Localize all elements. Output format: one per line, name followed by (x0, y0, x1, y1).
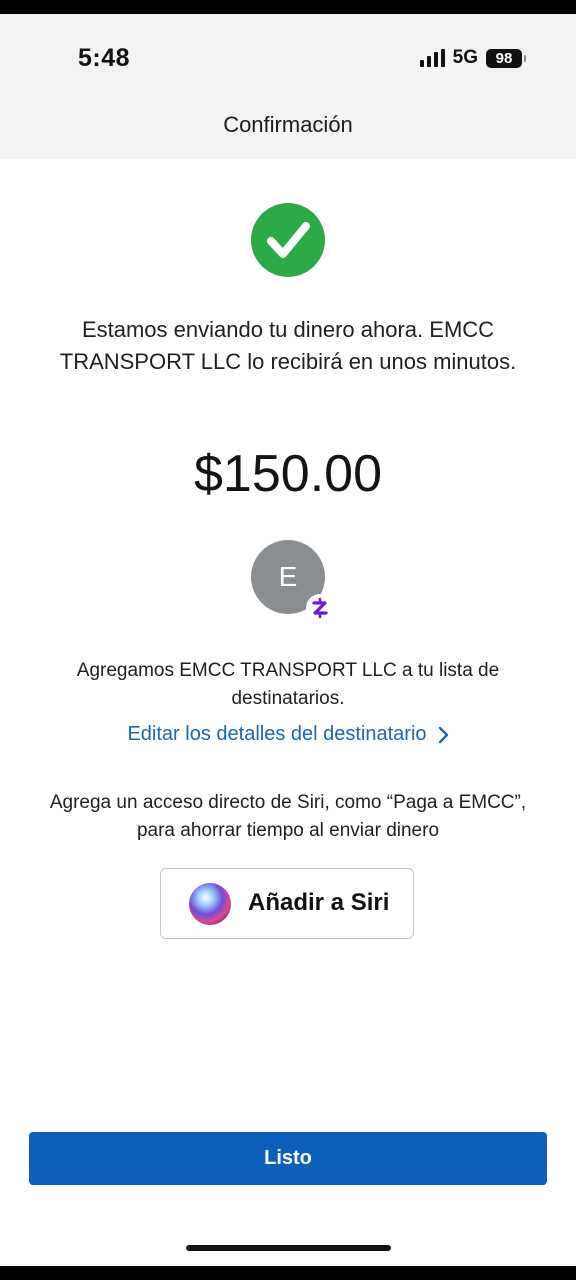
confirmation-message: Estamos enviando tu dinero ahora. EMCC T… (59, 317, 517, 374)
signal-icon (419, 49, 445, 67)
top-bar: 5:48 5G 98 Confirmación (0, 14, 576, 159)
confirmation-screen: 5:48 5G 98 Confirmación Estamos enviando… (0, 14, 576, 1266)
edit-recipient-link[interactable]: Editar los detalles del destinatario (0, 723, 576, 746)
network-type: 5G (452, 47, 478, 68)
status-time: 5:48 (78, 44, 131, 72)
done-button[interactable]: Listo (29, 1132, 547, 1185)
home-indicator[interactable] (186, 1245, 391, 1251)
amount-sent: $150.00 (194, 445, 382, 503)
battery-level: 98 (486, 48, 522, 68)
recipient-added-text: Agregamos EMCC TRANSPORT LLC a tu lista … (76, 660, 500, 709)
siri-description: Agrega un acceso directo de Siri, como “… (49, 792, 527, 841)
done-label: Listo (264, 1147, 312, 1169)
add-to-siri-label: Añadir a Siri (248, 889, 390, 916)
siri-icon (189, 883, 231, 925)
battery-icon: 98 (486, 48, 526, 68)
check-circle-icon (251, 203, 325, 277)
edit-recipient-label: Editar los detalles del destinatario (127, 723, 427, 745)
zelle-icon (306, 594, 334, 622)
chevron-right-icon (438, 726, 448, 743)
avatar-initial: E (278, 561, 298, 592)
add-to-siri-button[interactable]: Añadir a Siri (160, 868, 414, 939)
page-title: Confirmación (223, 112, 353, 137)
status-indicators: 5G 98 (419, 47, 526, 69)
